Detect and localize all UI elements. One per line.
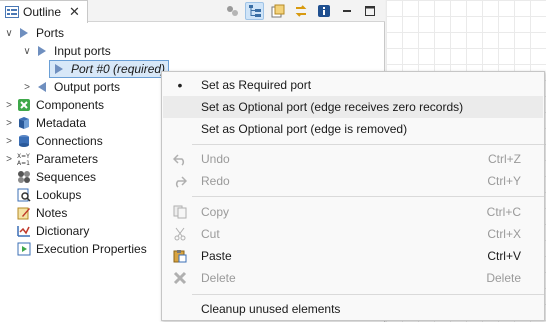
sequences-icon [17,170,31,184]
tree-item-execution-properties[interactable]: Execution Properties [17,240,147,258]
menu-item-label: Redo [201,174,230,188]
tree-item-label: Dictionary [36,224,90,238]
svg-text:X=Y: X=Y [17,153,30,160]
tree-item-sequences[interactable]: Sequences [17,168,96,186]
info-icon[interactable] [314,2,333,20]
tree-item-port-0[interactable]: Port #0 (required) [49,60,170,78]
tab-bar: Outline ✕ [0,0,385,23]
tree-item-output-ports[interactable]: > Output ports [22,78,120,96]
tree-item-label: Port #0 (required) [71,62,166,76]
tree-item-label: Components [36,98,105,112]
tree-item-label: Output ports [54,80,121,94]
menu-item-cleanup-unused[interactable]: Cleanup unused elements [163,298,543,320]
scissors-icon [171,226,189,242]
menu-item-label: Set as Optional port (edge receives zero… [201,100,464,114]
menu-item-set-optional-edge-removed[interactable]: Set as Optional port (edge is removed) [163,118,543,140]
svg-text:A=1: A=1 [17,160,30,166]
components-icon [17,98,31,112]
tree-item-label: Parameters [36,152,99,166]
paste-icon [171,248,189,264]
port-icon [52,62,66,76]
chevron-down-icon[interactable]: ∨ [4,28,14,39]
menu-item-label: Copy [201,205,230,219]
metadata-icon [17,116,31,130]
chevron-right-icon[interactable]: > [4,100,14,111]
chevron-right-icon[interactable]: > [22,82,32,93]
sync-icon[interactable] [291,2,310,20]
menu-item-delete[interactable]: Delete Delete [163,267,543,289]
menu-item-label: Undo [201,152,230,166]
delete-icon [171,270,189,286]
tree-item-metadata[interactable]: > Metadata [4,114,86,132]
maximize-icon[interactable] [360,2,379,20]
tree-item-connections[interactable]: > Connections [4,132,103,150]
tree-item-components[interactable]: > Components [4,96,104,114]
tree-item-label: Notes [36,206,68,220]
menu-item-label: Set as Required port [201,78,312,92]
lookups-icon [17,188,31,202]
menu-item-undo[interactable]: Undo Ctrl+Z [163,148,543,170]
connections-icon [17,134,31,148]
menu-item-label: Paste [201,249,232,263]
tree-item-ports[interactable]: ∨ Ports [4,24,64,42]
shortcut-label: Ctrl+X [487,227,521,241]
minimize-icon[interactable] [337,2,356,20]
menu-item-redo[interactable]: Redo Ctrl+Y [163,170,543,192]
chevron-down-icon[interactable]: ∨ [22,46,32,57]
menu-item-paste[interactable]: Paste Ctrl+V [163,245,543,267]
tree-item-lookups[interactable]: Lookups [17,186,81,204]
execution-icon [17,242,31,256]
shortcut-label: Delete [486,271,521,285]
chevron-right-icon[interactable]: > [4,118,14,129]
outline-icon [5,6,19,18]
tree-item-parameters[interactable]: > X=Y A=1 Parameters [4,150,98,168]
redo-icon [171,173,189,189]
input-port-icon [35,44,49,58]
notes-icon [17,206,31,220]
tree-item-label: Input ports [54,44,111,58]
tab-title: Outline [23,5,62,19]
menu-separator [192,196,544,197]
menu-separator [192,144,544,145]
menu-item-label: Delete [201,271,236,285]
menu-item-label: Set as Optional port (edge is removed) [201,122,408,136]
tree-item-label: Execution Properties [36,242,147,256]
undo-icon [171,151,189,167]
menu-item-label: Cut [201,227,220,241]
tree-item-label: Ports [36,26,65,40]
view-toolbar [222,2,379,20]
tree-item-label: Connections [36,134,103,148]
dictionary-icon [17,224,31,238]
port-icon [17,26,31,40]
tree-item-input-ports[interactable]: ∨ Input ports [22,42,111,60]
menu-separator [192,294,544,295]
shortcut-label: Ctrl+Y [487,174,521,188]
tree-item-label: Metadata [36,116,87,130]
parameters-icon: X=Y A=1 [17,152,31,166]
context-menu: • Set as Required port Set as Optional p… [161,71,545,321]
chevron-right-icon[interactable]: > [4,154,14,165]
chevron-right-icon[interactable]: > [4,136,14,147]
checked-bullet-icon: • [177,77,183,93]
shortcut-label: Ctrl+C [486,205,521,219]
properties-icon[interactable] [268,2,287,20]
close-icon[interactable]: ✕ [69,4,80,20]
menu-item-set-optional-zero-records[interactable]: Set as Optional port (edge receives zero… [163,96,543,118]
menu-item-copy[interactable]: Copy Ctrl+C [163,201,543,223]
shortcut-label: Ctrl+V [487,249,521,263]
menu-item-cut[interactable]: Cut Ctrl+X [163,223,543,245]
copy-icon [171,204,189,220]
tree-item-label: Lookups [36,188,82,202]
tab-outline[interactable]: Outline ✕ [0,0,88,23]
menu-item-label: Cleanup unused elements [201,302,341,316]
output-port-icon [35,80,49,94]
tree-item-label: Sequences [36,170,97,184]
shortcut-label: Ctrl+Z [488,152,521,166]
tools-icon[interactable] [222,2,241,20]
tree-layout-icon[interactable] [245,2,264,20]
tree-item-dictionary[interactable]: Dictionary [17,222,89,240]
menu-item-set-required[interactable]: • Set as Required port [163,74,543,96]
tree-item-notes[interactable]: Notes [17,204,67,222]
